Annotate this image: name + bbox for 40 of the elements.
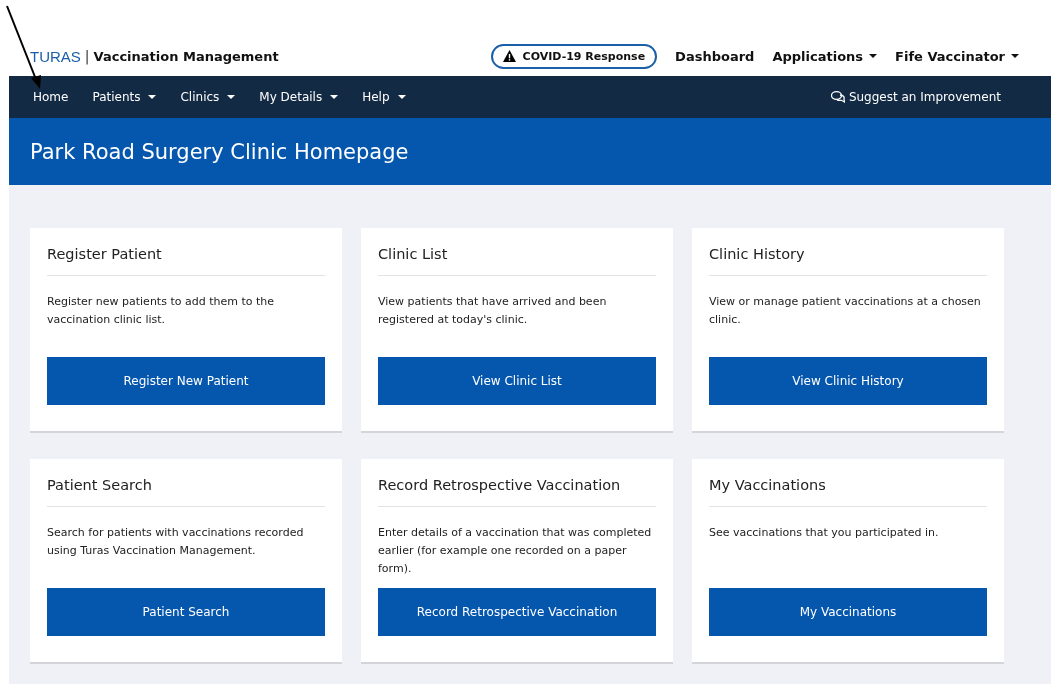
- covid-response-button[interactable]: COVID-19 Response: [490, 43, 658, 69]
- header-link[interactable]: Applications: [772, 48, 878, 64]
- card-description: View or manage patient vaccinations at a chosen clinic.: [709, 294, 982, 328]
- caret-icon: [869, 54, 878, 58]
- nav-item[interactable]: My Details: [259, 90, 339, 104]
- caret-icon: [330, 95, 339, 99]
- caret-icon: [227, 95, 236, 99]
- card-title: Register Patient: [47, 244, 325, 276]
- card-button[interactable]: View Clinic List: [378, 357, 656, 405]
- page-title: Park Road Surgery Clinic Homepage: [30, 139, 409, 164]
- card-description: Register new patients to add them to the vaccination clinic list.: [47, 294, 275, 328]
- warning-icon: [502, 50, 516, 62]
- card-title: Patient Search: [47, 475, 325, 507]
- card-description: View patients that have arrived and been registered at today's clinic.: [378, 294, 608, 328]
- product-name: Vaccination Management: [93, 48, 279, 64]
- nav-item[interactable]: Patients: [92, 90, 157, 104]
- caret-icon: [397, 95, 406, 99]
- card-title: Clinic List: [378, 244, 656, 276]
- card-description: Enter details of a vaccination that was completed earlier (for example one recorded on a paper form).: [378, 525, 653, 577]
- nav-item[interactable]: Home: [33, 90, 69, 104]
- card-button[interactable]: Patient Search: [47, 588, 325, 636]
- suggest-improvement-link[interactable]: Suggest an Improvement: [830, 90, 1001, 104]
- card-button[interactable]: Record Retrospective Vaccination: [378, 588, 656, 636]
- brand-separator: |: [84, 48, 90, 64]
- card-title: My Vaccinations: [709, 475, 987, 507]
- caret-icon: [148, 95, 157, 99]
- card-description: See vaccinations that you participated in.: [709, 525, 940, 541]
- header-link[interactable]: Fife Vaccinator: [895, 48, 1019, 64]
- card-title: Record Retrospective Vaccination: [378, 475, 656, 507]
- chat-bubbles-icon: [830, 91, 845, 103]
- caret-icon: [1011, 54, 1019, 58]
- nav-item[interactable]: Help: [362, 90, 406, 104]
- card-description: Search for patients with vaccinations recorded using Turas Vaccination Management.: [47, 525, 305, 559]
- card-title: Clinic History: [709, 244, 987, 276]
- card-button[interactable]: My Vaccinations: [709, 588, 987, 636]
- brand-name[interactable]: TURAS: [30, 47, 81, 65]
- card-button[interactable]: Register New Patient: [47, 357, 325, 405]
- card-button[interactable]: View Clinic History: [709, 357, 987, 405]
- nav-item[interactable]: Clinics: [180, 90, 236, 104]
- header-link[interactable]: Dashboard: [675, 48, 755, 64]
